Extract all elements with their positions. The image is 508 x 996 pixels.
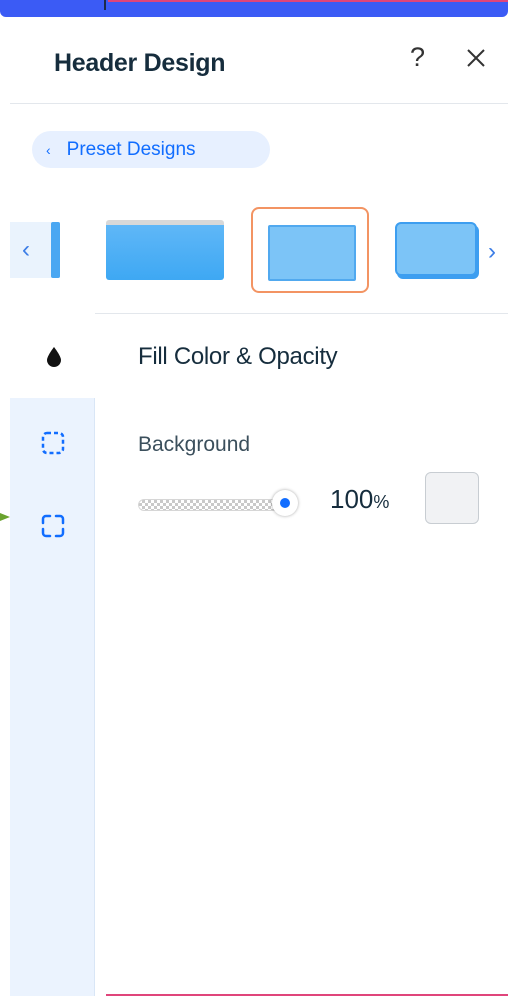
carousel-prev-button[interactable]: ‹ <box>10 222 60 278</box>
preset-designs-button[interactable]: ‹ Preset Designs <box>32 131 270 168</box>
editor-top-bar <box>0 0 508 17</box>
preset-thumbnail-image <box>268 225 356 281</box>
border-dashed-icon[interactable] <box>40 430 66 456</box>
editor-top-accent <box>108 0 508 2</box>
background-color-swatch[interactable] <box>425 472 479 524</box>
opacity-slider-handle[interactable] <box>272 490 298 516</box>
preset-thumbnail-1[interactable] <box>106 220 224 280</box>
previous-thumbnail-edge <box>51 222 60 278</box>
help-button[interactable]: ? <box>410 42 425 73</box>
preset-thumbnail-image <box>395 222 477 276</box>
design-sidebar <box>10 398 95 996</box>
fill-drop-icon[interactable] <box>46 346 62 368</box>
fill-section-title: Fill Color & Opacity <box>138 343 338 370</box>
pointer-arrow-icon <box>0 510 12 522</box>
panel-title: Header Design <box>54 49 226 77</box>
preset-designs-label: Preset Designs <box>66 138 196 160</box>
chevron-left-icon: ‹ <box>22 236 30 263</box>
opacity-slider-track[interactable] <box>138 499 288 511</box>
close-icon <box>467 49 485 67</box>
opacity-number: 100 <box>330 484 374 514</box>
carousel-next-button[interactable]: › <box>488 238 496 266</box>
header-divider <box>10 103 508 104</box>
close-button[interactable] <box>462 44 490 72</box>
opacity-unit: % <box>373 492 390 512</box>
corners-icon[interactable] <box>40 513 66 539</box>
background-label: Background <box>138 433 251 456</box>
editor-top-notch <box>104 0 106 10</box>
preset-thumbnail-2-selected[interactable] <box>251 207 369 293</box>
preset-thumbnail-3[interactable] <box>395 222 479 278</box>
section-divider <box>95 313 508 314</box>
preset-thumbnail-image <box>106 220 224 280</box>
chevron-left-icon: ‹ <box>46 141 51 158</box>
opacity-value[interactable]: 100% <box>330 484 389 515</box>
